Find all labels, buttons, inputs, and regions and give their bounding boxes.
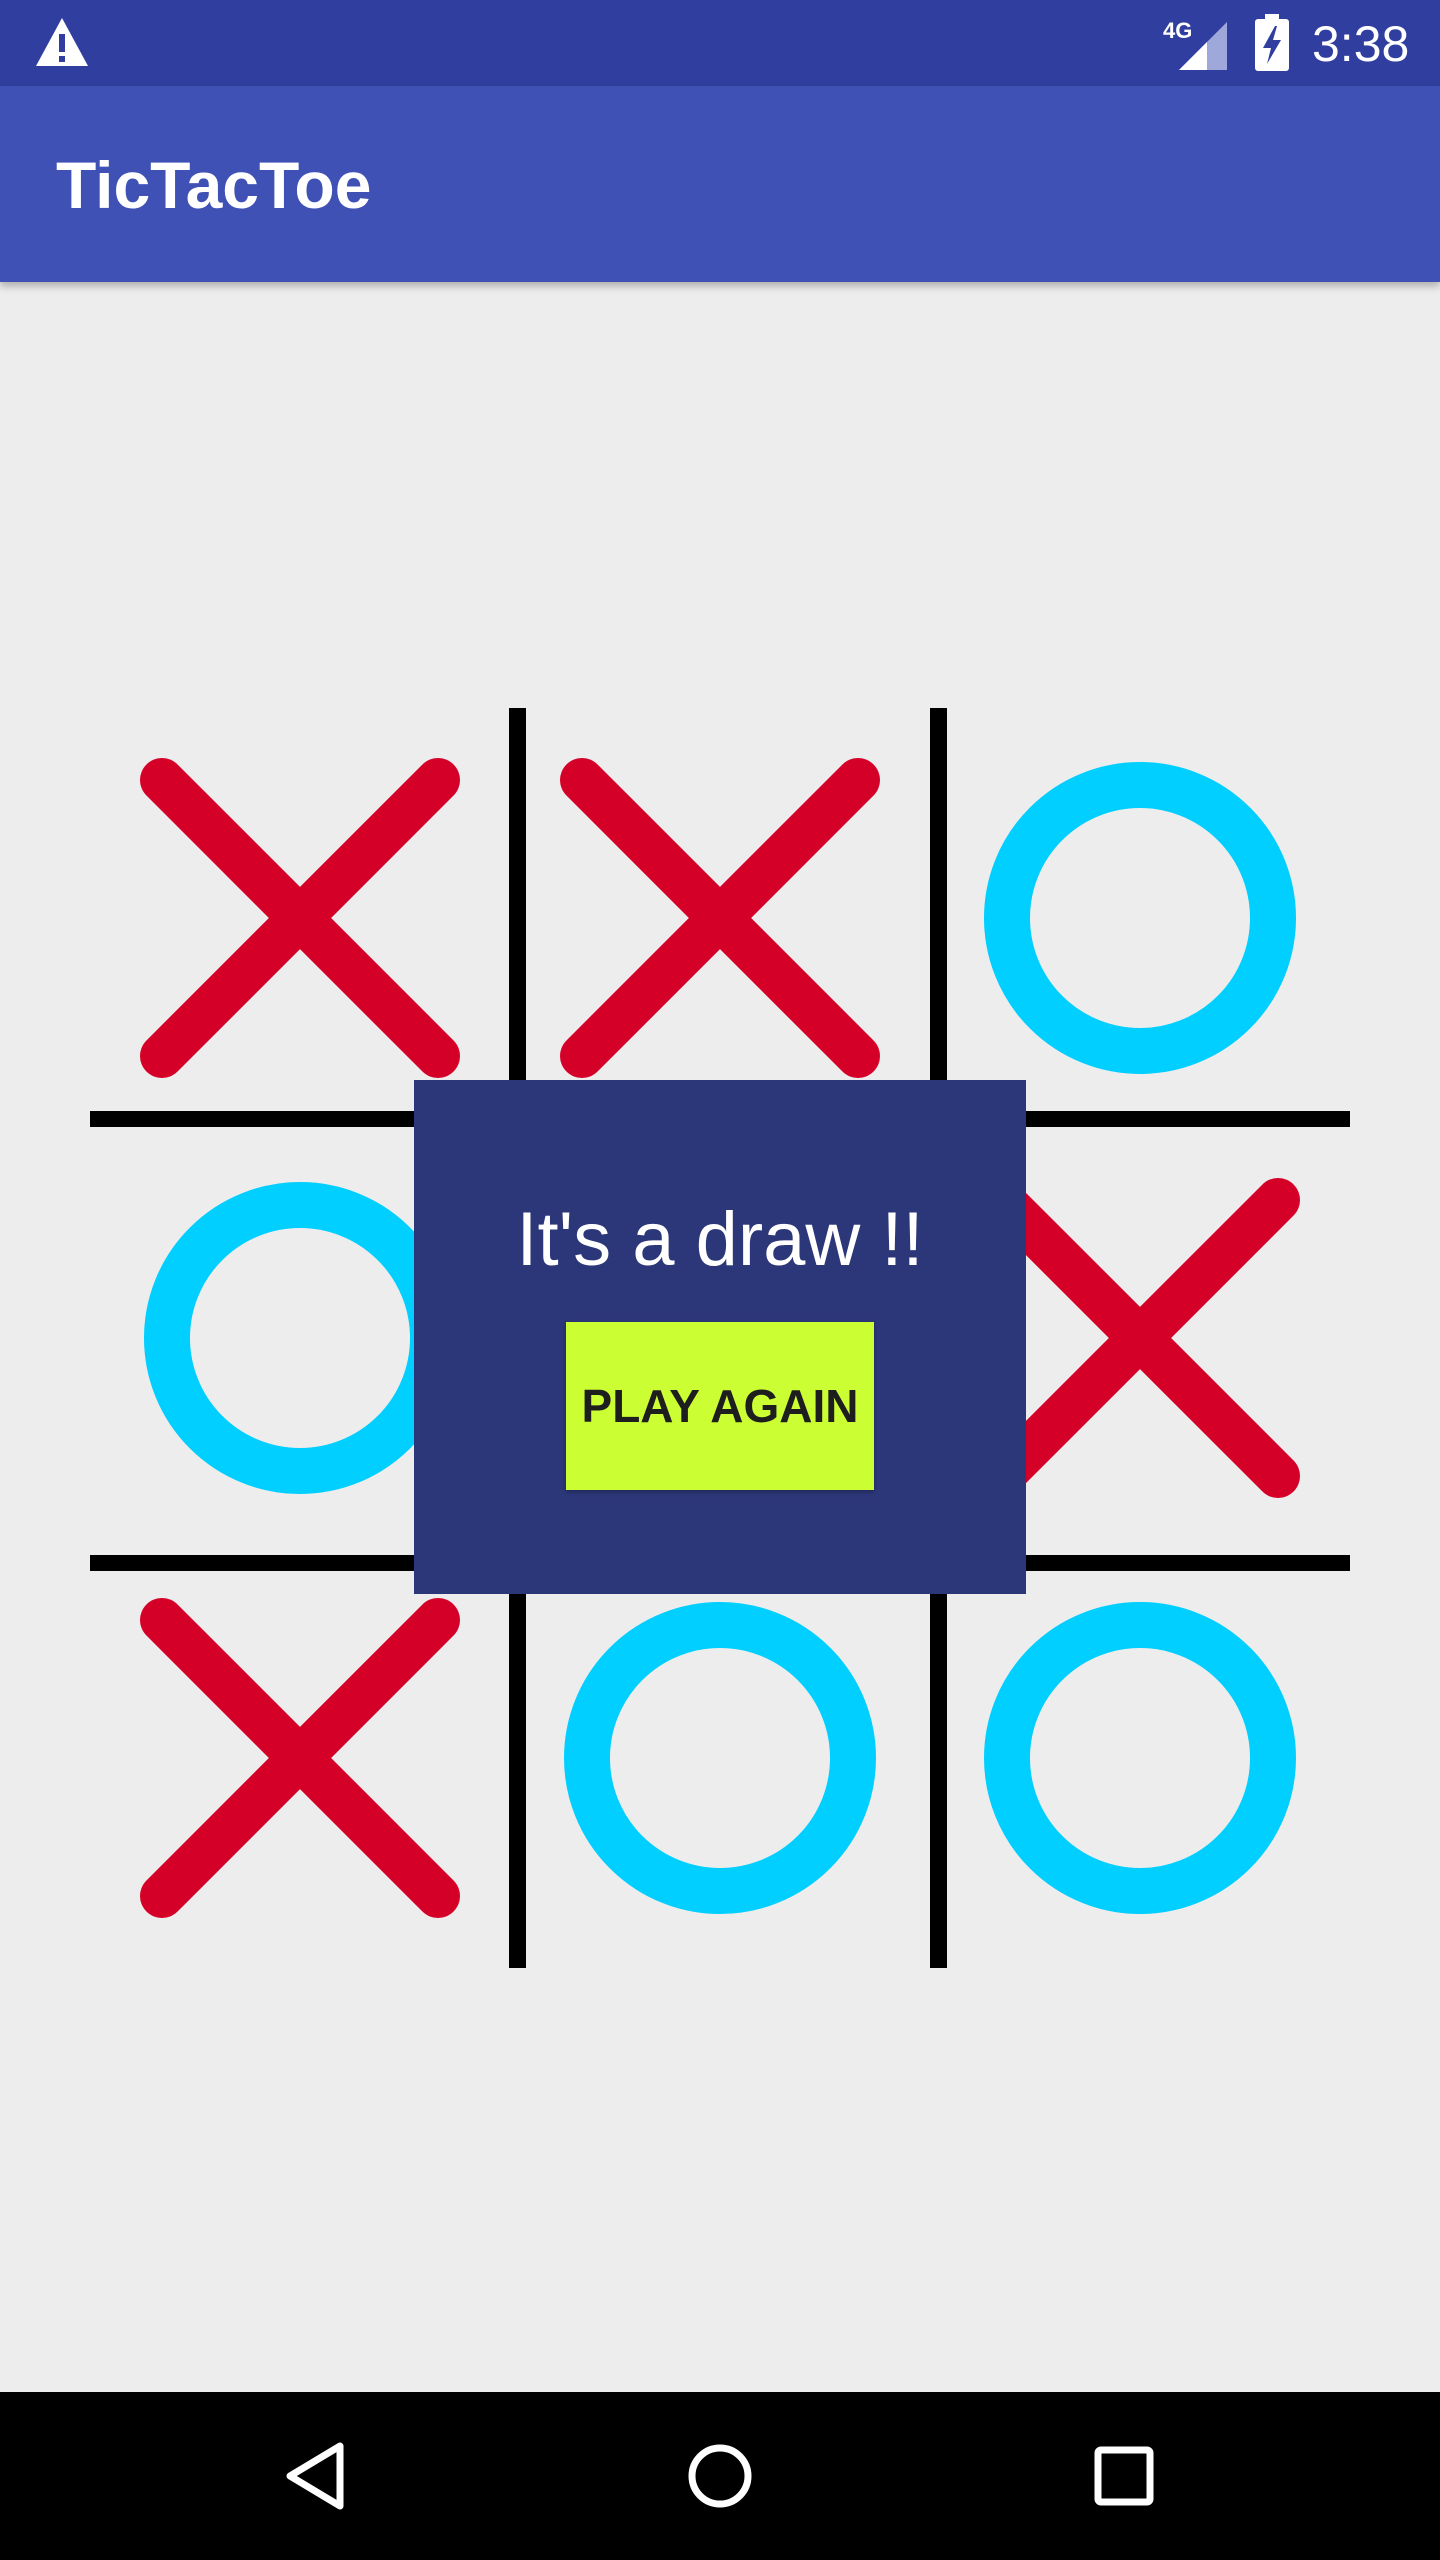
navigation-bar [0,2392,1440,2560]
o-mark-icon [984,1602,1296,1914]
app-bar: TicTacToe [0,86,1440,282]
app-title: TicTacToe [56,148,372,222]
board-cell-o[interactable] [930,1548,1350,1968]
board-cell-o[interactable] [510,1548,930,1968]
back-icon[interactable] [278,2436,358,2516]
home-icon[interactable] [680,2436,760,2516]
board-cell-x[interactable] [90,708,510,1128]
x-mark-icon [560,758,880,1078]
result-message: It's a draw !! [516,1197,924,1282]
o-mark-icon [564,1602,876,1914]
board-cell-x[interactable] [510,708,930,1128]
result-dialog: It's a draw !! PLAY AGAIN [414,1080,1026,1594]
x-mark-icon [140,1598,460,1918]
recents-icon[interactable] [1084,2436,1164,2516]
x-mark-icon [140,758,460,1078]
play-again-button[interactable]: PLAY AGAIN [566,1322,874,1490]
board-cell-x[interactable] [90,1548,510,1968]
board-cell-o[interactable] [930,708,1350,1128]
o-mark-icon [984,762,1296,1074]
